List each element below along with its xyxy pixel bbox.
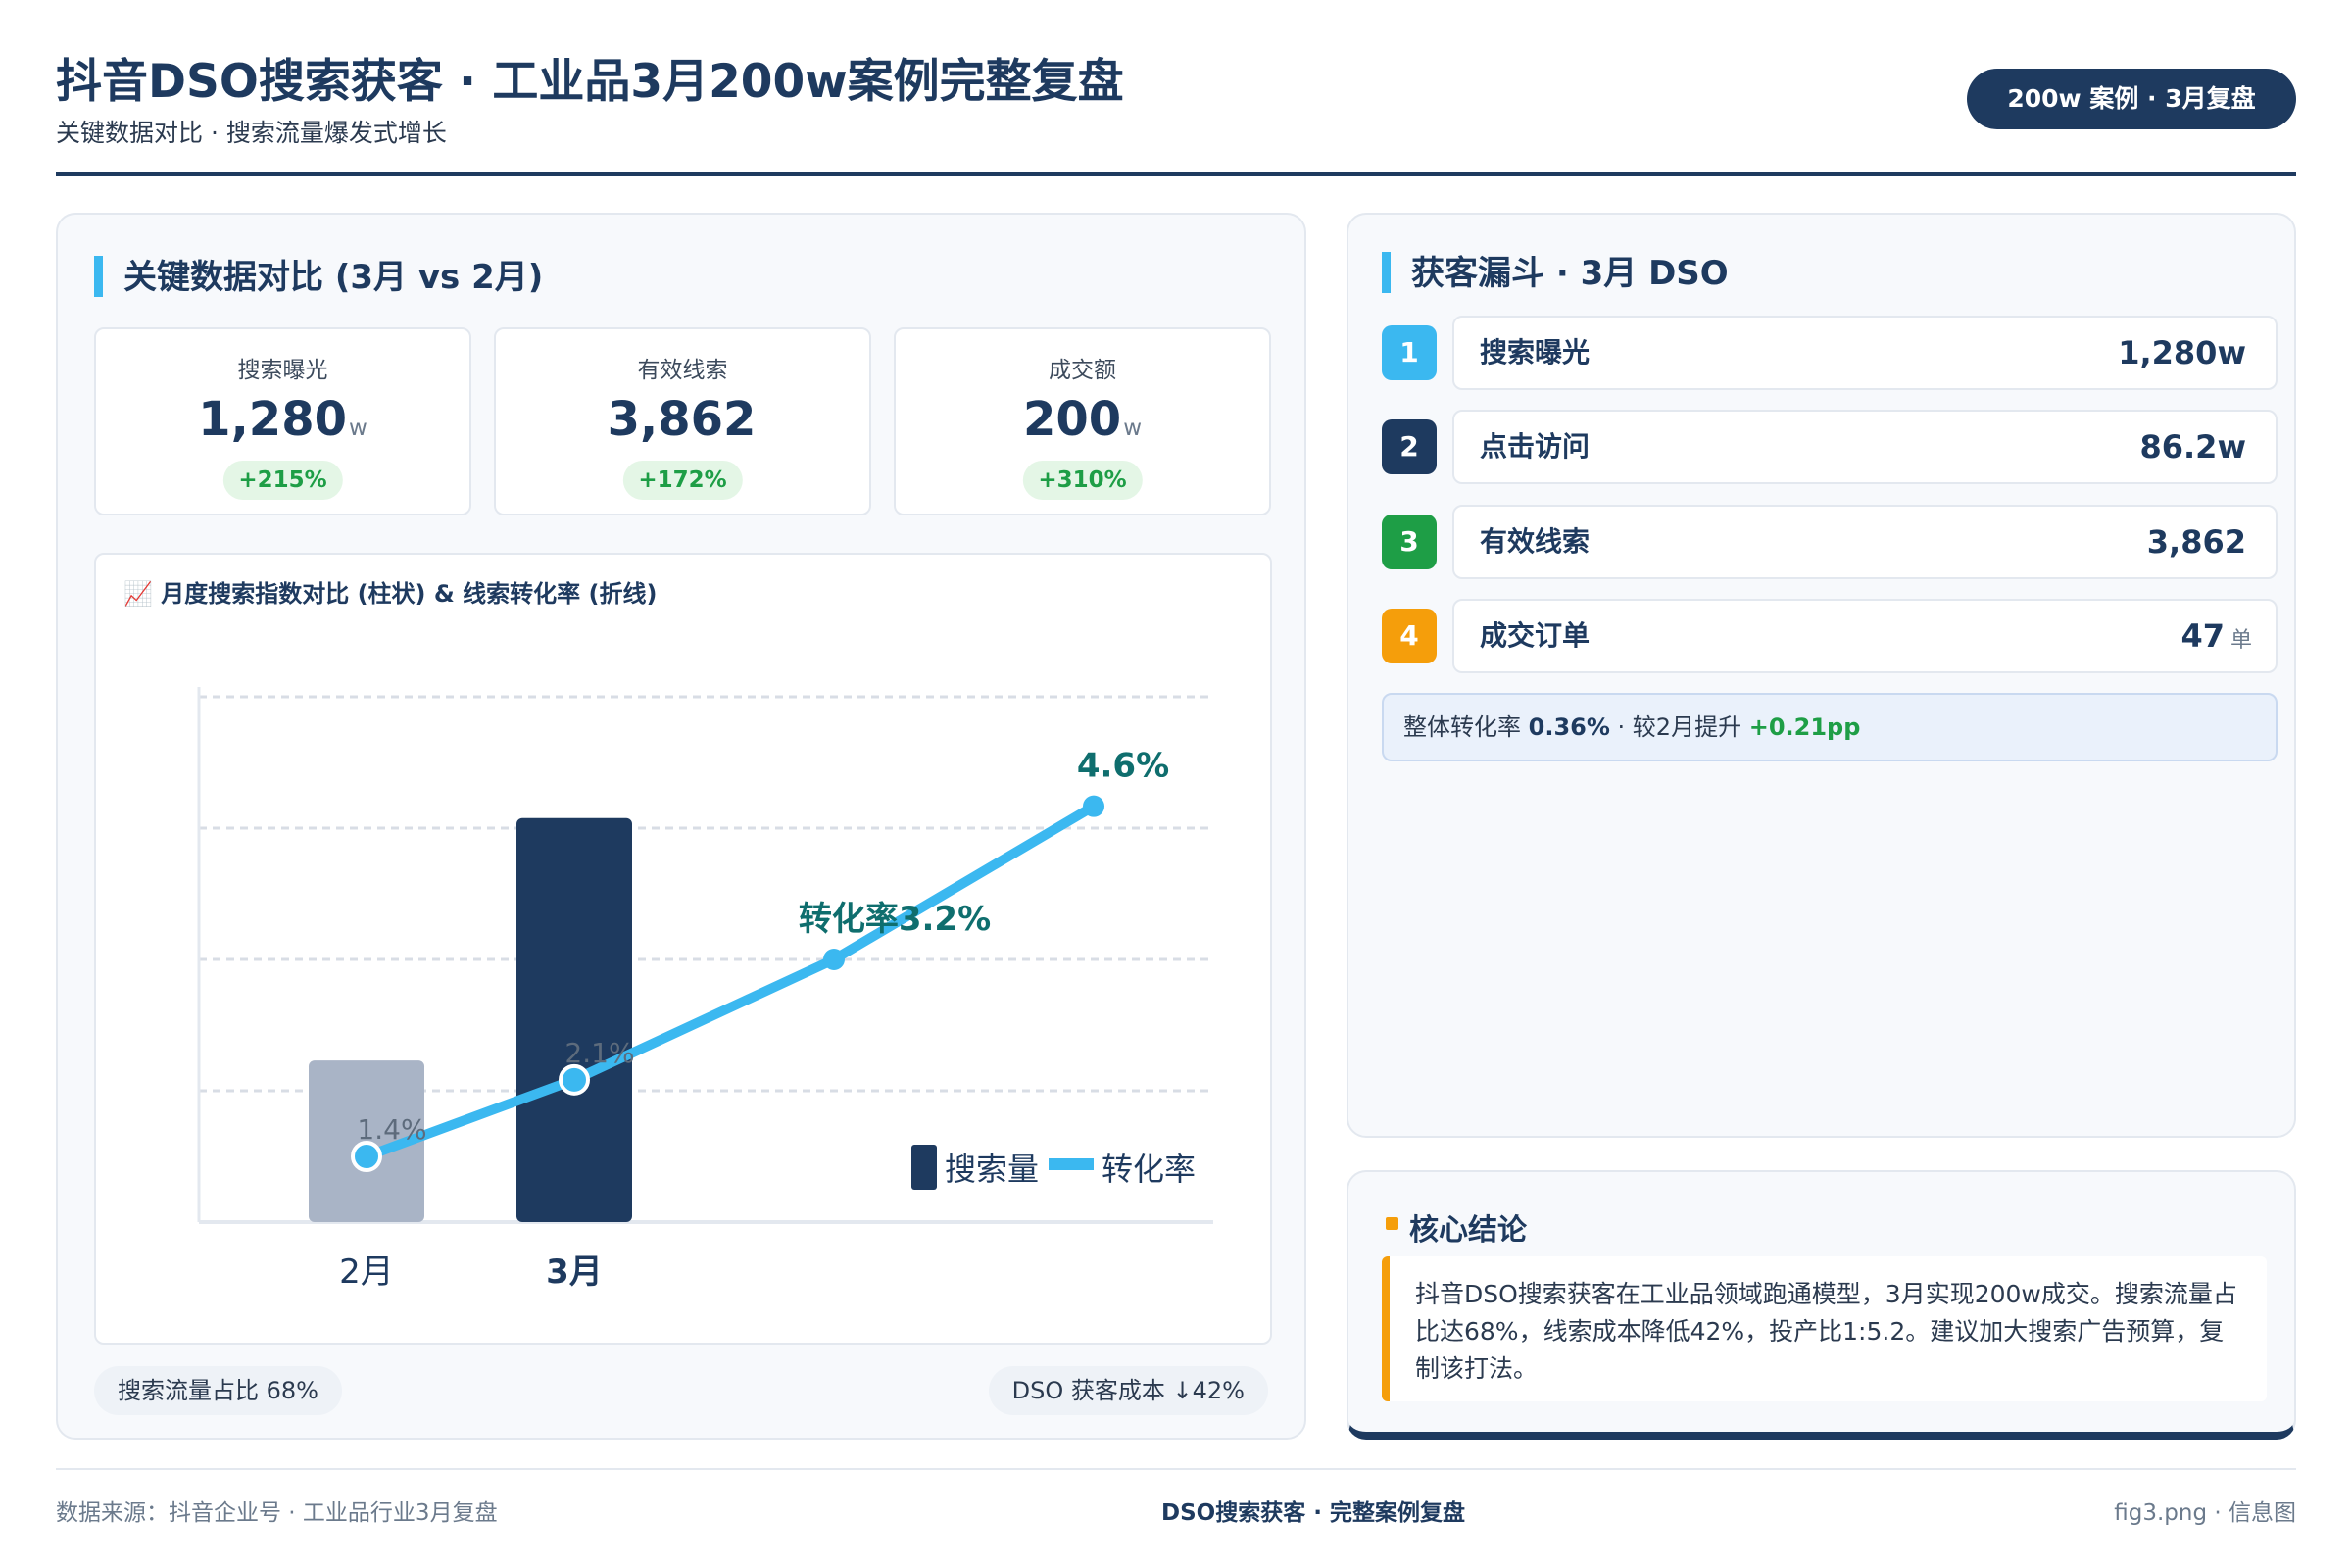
kpi-card-leads: 有效线索 3,862 +172% — [494, 327, 871, 515]
step-label: 点击访问 — [1480, 430, 1591, 463]
step-value: 86.2w — [2139, 428, 2246, 466]
step-number: 3 — [1382, 514, 1437, 569]
kpi-value: 3,862 — [607, 392, 757, 447]
chart-card: 2月 3月 1.4% 2.1% 转化率3.2% 4.6% 搜索量 转化率 📈 月度搜索指数对比… — [94, 553, 1272, 1345]
funnel-step-1: 1 搜索曝光 1,280w — [1382, 316, 2278, 390]
chart-title: 📈 月度搜索指数对比 (柱状) & 线索转化率 (折线) — [123, 580, 658, 608]
funnel-title: 获客漏斗 · 3月 DSO — [1382, 246, 1729, 294]
data-label: 1.4% — [357, 1113, 426, 1146]
line-point — [823, 949, 845, 970]
data-label: 4.6% — [1077, 747, 1169, 786]
rate-lift: +0.21pp — [1748, 713, 1861, 741]
acquisition-cost-pill: DSO 获客成本 ↓42% — [988, 1366, 1268, 1415]
overall-conversion-summary: 整体转化率 0.36% · 较2月提升 +0.21pp — [1382, 693, 2278, 761]
kpi-delta-badge: +215% — [222, 461, 343, 500]
case-badge: 200w 案例 · 3月复盘 — [1967, 69, 2296, 129]
data-label: 2.1% — [564, 1037, 634, 1069]
line-point — [1083, 795, 1104, 817]
step-value: 1,280w — [2118, 334, 2246, 371]
kpi-unit: w — [1123, 416, 1142, 441]
key-metrics-title: 关键数据对比 (3月 vs 2月) — [94, 250, 543, 298]
step-number: 2 — [1382, 419, 1437, 474]
conclusion-body: 抖音DSO搜索获客在工业品领域跑通模型，3月实现200w成交。搜索流量占比达68… — [1382, 1256, 2267, 1401]
kpi-unit: w — [349, 416, 368, 441]
page-footer: 数据来源：抖音企业号 · 工业品行业3月复盘 DSO搜索获客 · 完整案例复盘 … — [56, 1468, 2296, 1527]
funnel-step-2: 2 点击访问 86.2w — [1382, 410, 2278, 484]
funnel-step-3: 3 有效线索 3,862 — [1382, 505, 2278, 579]
key-metrics-panel: 关键数据对比 (3月 vs 2月) 搜索曝光 1,280w +215% 有效线索… — [56, 213, 1306, 1440]
category-label: 2月 — [339, 1252, 394, 1292]
footer-caption: DSO搜索获客 · 完整案例复盘 — [1161, 1500, 1465, 1526]
legend-swatch-bar — [911, 1145, 937, 1190]
kpi-card-gmv: 成交额 200w +310% — [894, 327, 1271, 515]
legend-label-line: 转化率 — [1102, 1151, 1196, 1188]
step-value: 47 单 — [2180, 617, 2252, 655]
step-value: 3,862 — [2146, 523, 2246, 561]
step-box: 点击访问 86.2w — [1452, 410, 2278, 484]
kpi-label: 成交额 — [1049, 358, 1116, 383]
combo-chart: 2月 3月 1.4% 2.1% 转化率3.2% 4.6% 搜索量 转化率 — [197, 687, 1213, 1292]
page-subtitle: 关键数据对比 · 搜索流量爆发式增长 — [56, 119, 447, 147]
page-header: 抖音DSO搜索获客 · 工业品3月200w案例完整复盘 关键数据对比 · 搜索流… — [56, 43, 2296, 176]
step-number: 1 — [1382, 325, 1437, 380]
bar-3月 — [516, 817, 632, 1222]
search-share-pill: 搜索流量占比 68% — [94, 1366, 342, 1415]
footer-source: 数据来源：抖音企业号 · 工业品行业3月复盘 — [56, 1500, 498, 1526]
data-label: 转化率3.2% — [799, 900, 991, 939]
step-box: 搜索曝光 1,280w — [1452, 316, 2278, 390]
funnel-step-4: 4 成交订单 47 单 — [1382, 599, 2278, 673]
page-title: 抖音DSO搜索获客 · 工业品3月200w案例完整复盘 — [56, 55, 1124, 109]
step-label: 搜索曝光 — [1480, 336, 1591, 368]
kpi-label: 搜索曝光 — [237, 358, 328, 383]
step-number: 4 — [1382, 609, 1437, 663]
step-label: 成交订单 — [1480, 619, 1591, 652]
funnel-panel: 获客漏斗 · 3月 DSO 1 搜索曝光 1,280w 2 点击访问 86.2w… — [1347, 213, 2296, 1138]
step-box: 成交订单 47 单 — [1452, 599, 2278, 673]
kpi-value: 1,280w — [198, 392, 368, 447]
step-unit: 单 — [2230, 628, 2252, 653]
category-label: 3月 — [546, 1252, 603, 1292]
kpi-label: 有效线索 — [637, 358, 728, 383]
kpi-card-exposure: 搜索曝光 1,280w +215% — [94, 327, 471, 515]
conclusion-panel: 核心结论 抖音DSO搜索获客在工业品领域跑通模型，3月实现200w成交。搜索流量… — [1347, 1170, 2296, 1440]
overall-rate: 0.36% — [1528, 713, 1610, 741]
footer-figure-label: fig3.png · 信息图 — [2114, 1500, 2296, 1526]
kpi-delta-badge: +172% — [622, 461, 743, 500]
step-label: 有效线索 — [1480, 525, 1591, 558]
kpi-delta-badge: +310% — [1022, 461, 1143, 500]
step-box: 有效线索 3,862 — [1452, 505, 2278, 579]
conclusion-title: 核心结论 — [1386, 1205, 1527, 1249]
line-point — [351, 1141, 382, 1172]
line-point — [559, 1063, 590, 1096]
conversion-rate-line — [362, 801, 1099, 1161]
kpi-value: 200w — [1022, 392, 1142, 447]
legend-label-bar: 搜索量 — [945, 1151, 1039, 1188]
